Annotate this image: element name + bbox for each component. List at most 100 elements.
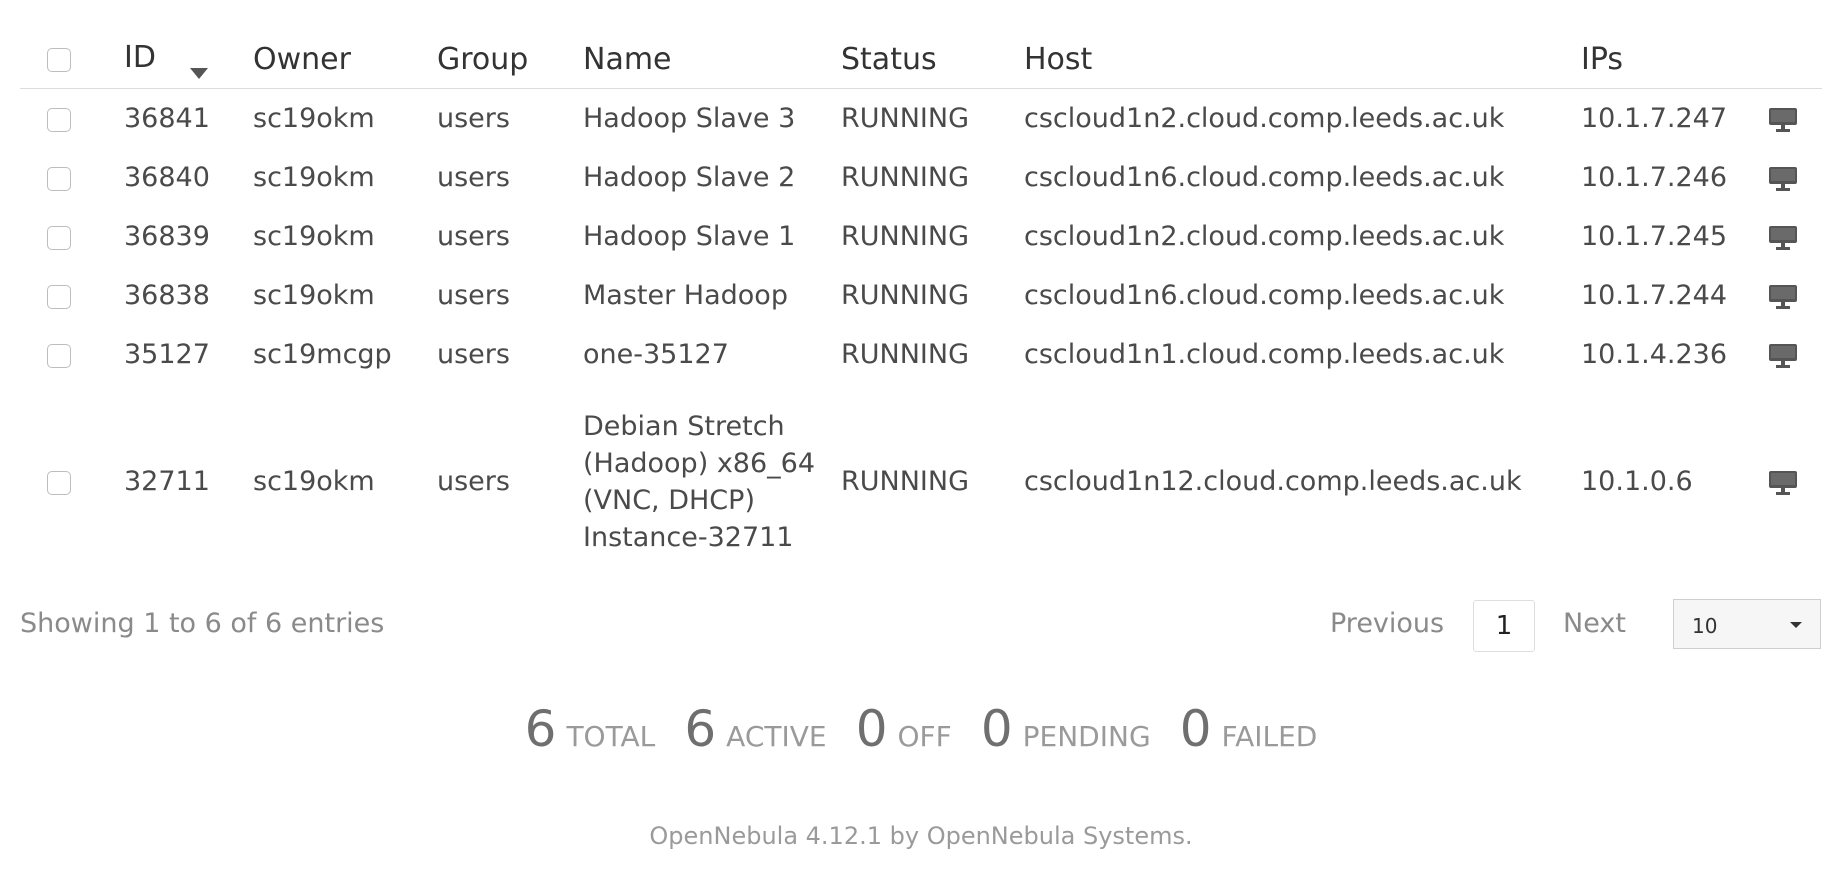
summary-label: PENDING [1022, 720, 1151, 753]
row-vnc-cell [1768, 207, 1822, 266]
row-name: Debian Stretch (Hadoop) x86_64 (VNC, DHC… [583, 410, 816, 553]
table-row[interactable]: 36838 sc19okm users Master Hadoop RUNNIN… [20, 266, 1822, 325]
row-ips: 10.1.7.247 [1581, 103, 1727, 134]
row-vnc-cell [1768, 266, 1822, 325]
row-name: Master Hadoop [583, 280, 788, 311]
row-status: RUNNING [841, 103, 969, 134]
row-ips: 10.1.7.244 [1581, 280, 1727, 311]
header-id[interactable]: ID [124, 30, 253, 89]
row-host: cscloud1n2.cloud.comp.leeds.ac.uk [1024, 221, 1505, 252]
row-id: 36838 [124, 280, 210, 311]
table-row[interactable]: 36840 sc19okm users Hadoop Slave 2 RUNNI… [20, 148, 1822, 207]
vm-summary: 6 TOTAL 6 ACTIVE 0 OFF 0 PENDING 0 FAILED [0, 700, 1842, 758]
row-vnc-cell [1768, 325, 1822, 384]
monitor-icon[interactable] [1768, 343, 1798, 369]
table-header-row: ID Owner Group Name Status Host IPs [20, 30, 1822, 89]
row-status: RUNNING [841, 221, 969, 252]
header-host[interactable]: Host [1024, 30, 1581, 89]
row-group: users [437, 280, 510, 311]
entries-info: Showing 1 to 6 of 6 entries [20, 608, 385, 639]
monitor-icon[interactable] [1768, 166, 1798, 192]
row-ips: 10.1.0.6 [1581, 466, 1693, 497]
summary-count: 6 [524, 700, 557, 758]
row-group: users [437, 466, 510, 497]
table-row[interactable]: 35127 sc19mcgp users one-35127 RUNNING c… [20, 325, 1822, 384]
row-checkbox[interactable] [47, 166, 71, 191]
monitor-icon[interactable] [1768, 470, 1798, 496]
row-host: cscloud1n6.cloud.comp.leeds.ac.uk [1024, 162, 1505, 193]
monitor-icon[interactable] [1768, 107, 1798, 133]
header-owner[interactable]: Owner [253, 30, 437, 89]
header-group[interactable]: Group [437, 30, 583, 89]
summary-label: TOTAL [566, 720, 656, 753]
row-vnc-cell [1768, 384, 1822, 579]
row-status: RUNNING [841, 339, 969, 370]
page-1-button[interactable]: 1 [1473, 600, 1535, 652]
row-id: 36839 [124, 221, 210, 252]
row-vnc-cell [1768, 89, 1822, 149]
row-owner: sc19okm [253, 280, 375, 311]
row-group: users [437, 221, 510, 252]
page-size-value: 10 [1692, 614, 1718, 638]
monitor-icon[interactable] [1768, 225, 1798, 251]
summary-pending: 0 PENDING [981, 700, 1151, 758]
table-row[interactable]: 32711 sc19okm users Debian Stretch (Hado… [20, 384, 1822, 579]
row-group: users [437, 339, 510, 370]
summary-count: 6 [684, 700, 717, 758]
row-owner: sc19okm [253, 162, 375, 193]
table-row[interactable]: 36839 sc19okm users Hadoop Slave 1 RUNNI… [20, 207, 1822, 266]
summary-count: 0 [855, 700, 888, 758]
row-ips: 10.1.7.246 [1581, 162, 1727, 193]
row-id: 35127 [124, 339, 210, 370]
row-owner: sc19mcgp [253, 339, 392, 370]
summary-failed: 0 FAILED [1180, 700, 1318, 758]
row-checkbox[interactable] [47, 107, 71, 132]
page-size-select[interactable]: 10 [1673, 599, 1821, 649]
row-host: cscloud1n6.cloud.comp.leeds.ac.uk [1024, 280, 1505, 311]
row-name: Hadoop Slave 2 [583, 162, 796, 193]
row-owner: sc19okm [253, 466, 375, 497]
row-group: users [437, 162, 510, 193]
row-owner: sc19okm [253, 103, 375, 134]
row-ips: 10.1.7.245 [1581, 221, 1727, 252]
row-checkbox[interactable] [47, 470, 71, 495]
row-id: 36841 [124, 103, 210, 134]
row-select-cell [20, 207, 124, 266]
select-all-checkbox[interactable] [47, 48, 71, 72]
row-select-cell [20, 325, 124, 384]
row-select-cell [20, 89, 124, 149]
row-checkbox[interactable] [47, 343, 71, 368]
header-name[interactable]: Name [583, 30, 841, 89]
previous-page-button[interactable]: Previous [1330, 608, 1444, 639]
row-status: RUNNING [841, 280, 969, 311]
row-id: 36840 [124, 162, 210, 193]
footer-credits: OpenNebula 4.12.1 by OpenNebula Systems. [649, 822, 1193, 850]
row-status: RUNNING [841, 466, 969, 497]
row-host: cscloud1n1.cloud.comp.leeds.ac.uk [1024, 339, 1505, 370]
sort-desc-icon[interactable] [189, 67, 208, 79]
summary-count: 0 [1179, 700, 1212, 758]
row-host: cscloud1n12.cloud.comp.leeds.ac.uk [1024, 466, 1522, 497]
row-host: cscloud1n2.cloud.comp.leeds.ac.uk [1024, 103, 1505, 134]
row-name: Hadoop Slave 3 [583, 103, 796, 134]
row-status: RUNNING [841, 162, 969, 193]
summary-count: 0 [980, 700, 1013, 758]
summary-label: FAILED [1221, 720, 1318, 753]
row-name: Hadoop Slave 1 [583, 221, 796, 252]
chevron-down-icon [1790, 622, 1802, 628]
next-page-button[interactable]: Next [1563, 608, 1626, 639]
row-name: one-35127 [583, 339, 729, 370]
row-owner: sc19okm [253, 221, 375, 252]
row-checkbox[interactable] [47, 284, 71, 309]
summary-off: 0 OFF [856, 700, 952, 758]
header-ips[interactable]: IPs [1581, 30, 1768, 89]
row-select-cell [20, 266, 124, 325]
header-status[interactable]: Status [841, 30, 1024, 89]
row-group: users [437, 103, 510, 134]
vms-page: ID Owner Group Name Status Host IPs 3684… [0, 0, 1842, 874]
monitor-icon[interactable] [1768, 284, 1798, 310]
header-vnc [1768, 30, 1822, 89]
row-vnc-cell [1768, 148, 1822, 207]
table-row[interactable]: 36841 sc19okm users Hadoop Slave 3 RUNNI… [20, 89, 1822, 149]
row-checkbox[interactable] [47, 225, 71, 250]
